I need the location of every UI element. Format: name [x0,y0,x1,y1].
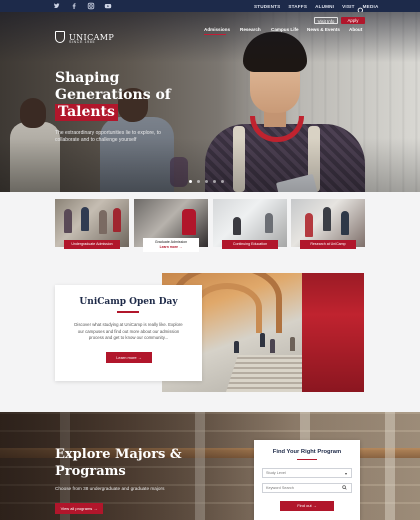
hero-title-highlight: Talents [55,104,118,121]
card-graduate-admission[interactable]: Graduate Admission Learn more → [134,199,208,256]
hero-title: Shaping Generations of Talents [55,70,171,121]
visit-info-button[interactable]: Visit Info [314,17,338,24]
open-day-learn-more-button[interactable]: Learn more → [106,352,152,363]
logo-since: SINCE 1985 [69,40,95,44]
photo-person [99,210,107,234]
carousel-dots [189,180,224,183]
explore-subtitle: Choose from 38 undergraduate and graduat… [55,486,165,491]
instagram-icon[interactable] [87,2,95,10]
photo-person [265,213,273,233]
photo-person [341,211,349,235]
photo-person [290,337,295,351]
explore-title-line: Programs [55,464,126,479]
search-icon[interactable] [357,2,365,15]
learn-more-link[interactable]: Learn more → [143,245,199,250]
hero-title-line: Generations of [55,87,171,103]
twitter-icon[interactable] [53,2,61,10]
find-out-button[interactable]: Find out → [280,501,334,511]
photo-person [233,217,241,235]
photo-arch [192,283,262,333]
nav-item-campus-life[interactable]: Campus Life [271,27,299,32]
photo-person [260,333,265,347]
keyword-search-placeholder: Keyword Search [266,486,294,490]
program-finder-title: Find Your Right Program [272,449,342,455]
photo-person [113,208,121,232]
photo-person [323,207,331,231]
nav-item-news-events[interactable]: News & Events [307,27,340,32]
carousel-dot[interactable] [189,180,192,183]
photo-person [234,341,239,353]
keyword-search-input[interactable]: Keyword Search [262,483,352,493]
program-finder: Find Your Right Program Study Level ▾ Ke… [254,440,360,520]
photo-person [81,207,89,231]
card-label: Undergraduate Admission [64,240,120,249]
open-day-card: UniCamp Open Day Discover what studying … [55,285,202,381]
utility-link-students[interactable]: STUDENTS [254,4,280,9]
card-label-text: Graduate Admission [154,240,188,244]
social-links [53,2,112,10]
utility-link-staffs[interactable]: STAFFS [288,4,307,9]
chevron-down-icon: ▾ [344,471,347,476]
photo-red-wall [302,273,364,392]
search-icon [342,484,347,493]
apply-button[interactable]: Apply [341,17,365,24]
facebook-icon[interactable] [70,2,78,10]
hero-title-line: Shaping [55,70,120,86]
photo-person [64,209,72,233]
hero-subtitle: The extraordinary opportunities lie to e… [55,130,161,143]
card-continuing-education[interactable]: Continuing Education [213,199,287,256]
utility-link-media[interactable]: MEDIA [363,4,379,9]
open-day-text: Discover what studying at UniCamp is rea… [74,322,183,340]
carousel-dot[interactable] [213,180,216,183]
shield-icon [55,31,65,43]
card-research[interactable]: Research at UniCamp [291,199,365,256]
card-undergraduate-admission[interactable]: Undergraduate Admission [55,199,129,256]
photo-person [182,209,196,235]
hero-banner: UNICAMP SINCE 1985 Visit Info Apply Admi… [0,12,420,192]
photo-person [305,213,313,237]
nav-item-research[interactable]: Research [240,27,261,32]
photo-person [270,339,275,353]
open-day-title: UniCamp Open Day [79,297,178,307]
utility-bar: STUDENTS STAFFS ALUMNI VISIT MEDIA [0,0,420,15]
nav-item-admissions[interactable]: Admissions [204,27,230,32]
card-label: Continuing Education [222,240,278,249]
title-underline [117,311,139,313]
explore-title: Explore Majors & Programs [55,446,182,480]
study-level-select[interactable]: Study Level ▾ [262,468,352,478]
card-label: Research at UniCamp [300,240,356,249]
carousel-dot[interactable] [197,180,200,183]
explore-title-line: Explore Majors & [55,447,182,462]
nav-item-about[interactable]: About [349,27,362,32]
youtube-icon[interactable] [104,2,112,10]
utility-link-alumni[interactable]: ALUMNI [315,4,334,9]
study-level-value: Study Level [266,471,286,475]
category-cards: Undergraduate Admission Graduate Admissi… [55,199,365,256]
carousel-dot[interactable] [221,180,224,183]
nav-active-indicator [204,34,226,35]
utility-link-visit[interactable]: VISIT [342,4,355,9]
carousel-dot[interactable] [205,180,208,183]
logo[interactable]: UNICAMP SINCE 1985 [55,31,114,44]
title-underline [297,459,317,461]
view-all-programs-button[interactable]: View all programs → [55,503,103,514]
card-label: Graduate Admission Learn more → [143,238,199,252]
